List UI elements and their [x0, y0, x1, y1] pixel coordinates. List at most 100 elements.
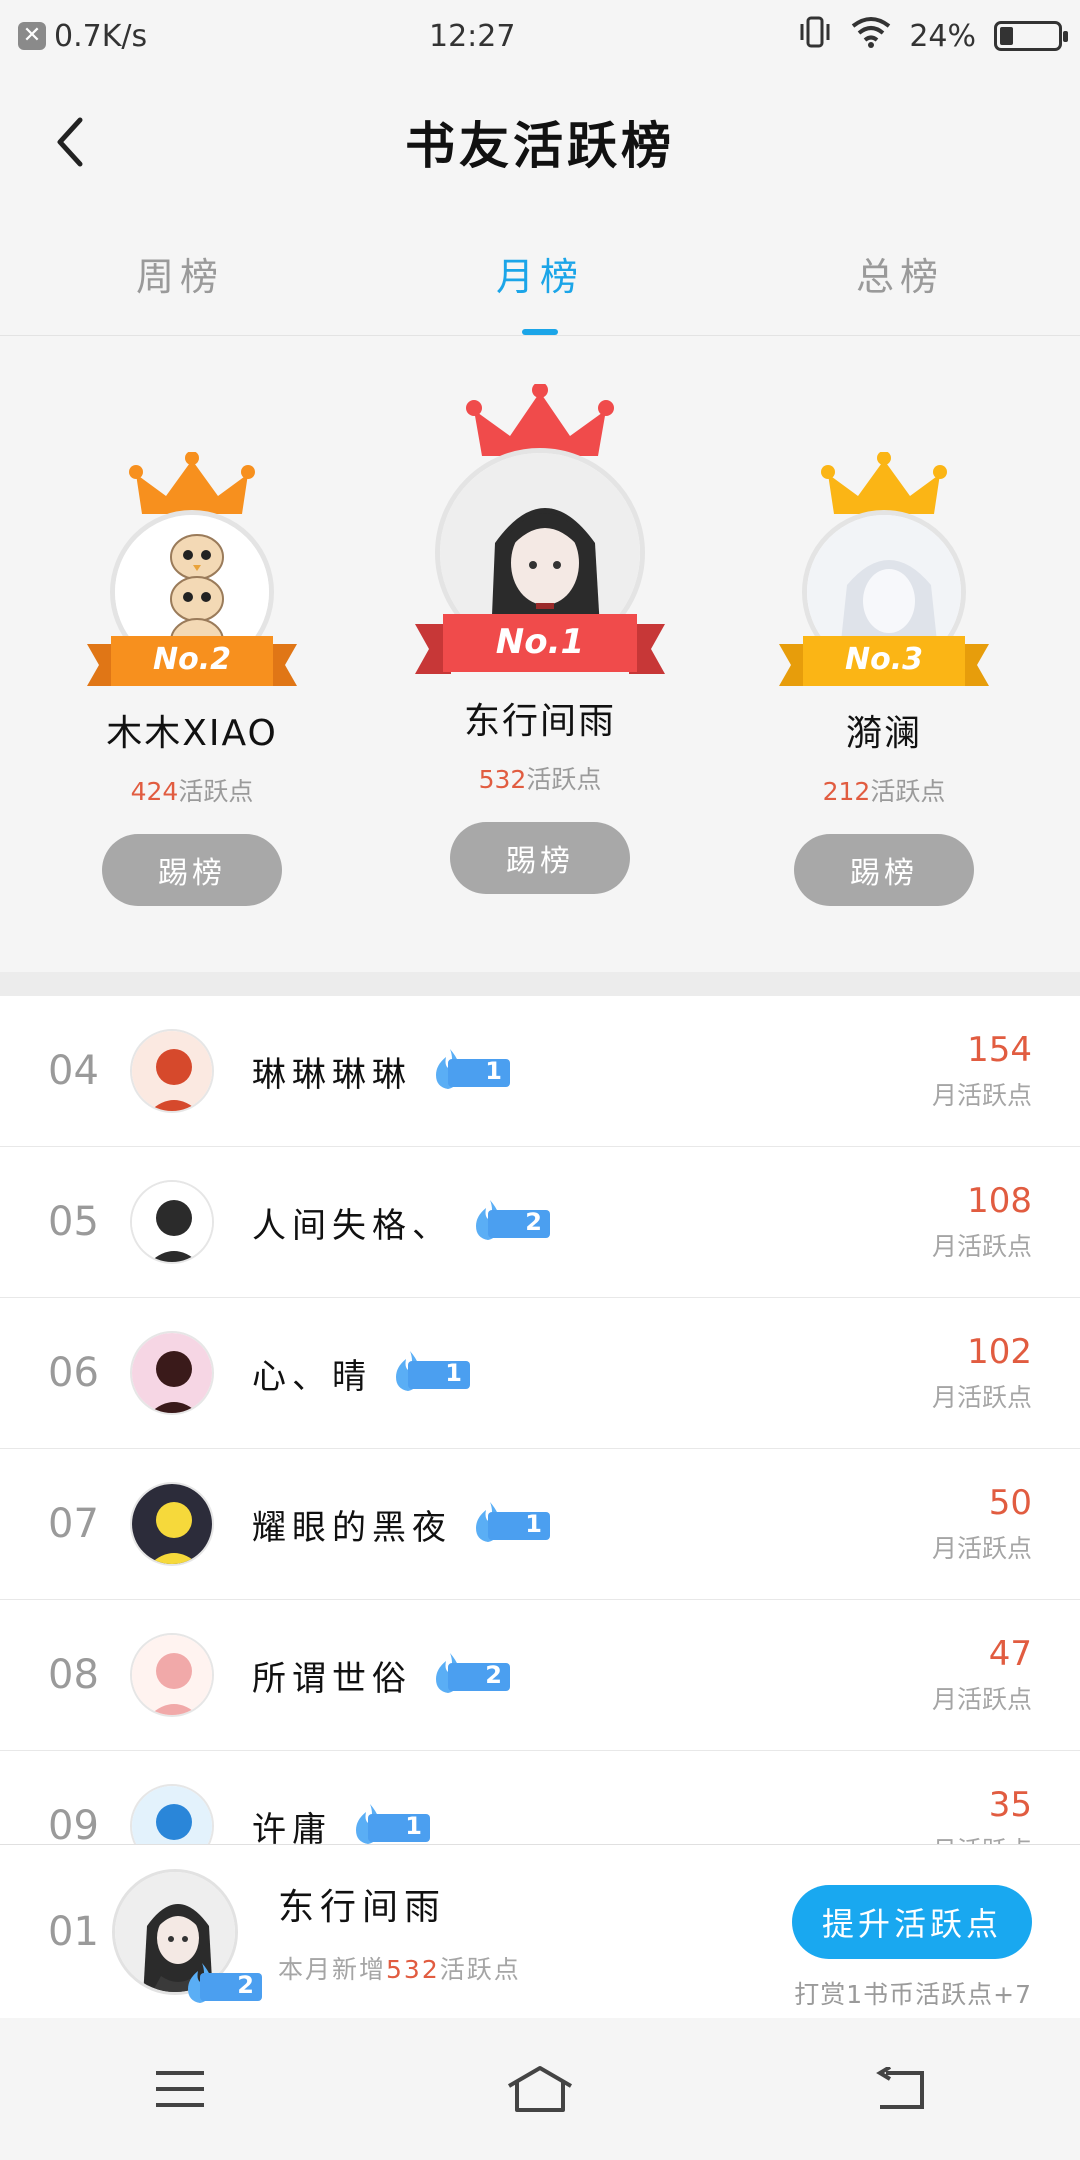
boost-activity-button[interactable]: 提升活跃点	[792, 1885, 1032, 1959]
user-name: 琳琳琳琳	[252, 1054, 412, 1095]
score-unit: 月活跃点	[931, 1081, 1032, 1110]
kick-button[interactable]: 踢榜	[794, 834, 974, 906]
score-value: 50	[988, 1483, 1032, 1523]
boost-note: 打赏1书币活跃点+7	[794, 1980, 1032, 2009]
rank-number: 09	[48, 1803, 99, 1844]
podium-points: 532活跃点	[479, 760, 602, 796]
header: 书友活跃榜	[0, 72, 1080, 212]
level-badge: 1	[392, 1351, 472, 1391]
kick-button[interactable]: 踢榜	[102, 834, 282, 906]
avatar[interactable]	[130, 1633, 214, 1717]
tab-bar: 周榜 月榜 总榜	[0, 212, 1080, 336]
user-name: 许庸	[252, 1809, 332, 1845]
score-value: 102	[967, 1332, 1032, 1372]
desc-prefix: 本月新增	[278, 1954, 387, 1984]
desc-value: 532	[386, 1954, 440, 1984]
level-badge: 2	[472, 1200, 552, 1240]
score-value: 108	[967, 1181, 1032, 1221]
tab-monthly[interactable]: 月榜	[360, 212, 720, 335]
page-title: 书友活跃榜	[405, 117, 675, 175]
rank-label: No.1	[495, 622, 585, 662]
podium-rank-3: No.3 漪澜 212活跃点 踢榜	[724, 452, 1044, 906]
wifi-icon	[851, 16, 891, 56]
points-unit: 活跃点	[870, 777, 946, 806]
podium-name: 东行间雨	[463, 701, 616, 742]
level-badge: 2	[184, 1963, 264, 2003]
level-value: 2	[525, 1208, 542, 1236]
notification-x-icon: ✕	[18, 22, 46, 50]
podium-name: 木木XIAO	[106, 713, 278, 754]
chevron-left-icon	[57, 117, 83, 167]
list-item[interactable]: 05 人间失格、 2 108 月活跃点	[0, 1147, 1080, 1298]
score-unit: 月活跃点	[931, 1383, 1032, 1412]
rank-label: No.2	[153, 642, 231, 677]
my-info: 东行间雨 本月新增532活跃点	[278, 1878, 521, 1986]
rank-number: 08	[48, 1652, 99, 1698]
back-button[interactable]	[40, 112, 100, 172]
tab-total[interactable]: 总榜	[720, 212, 1080, 335]
kick-button[interactable]: 踢榜	[450, 822, 630, 894]
score-block: 154 月活跃点	[932, 1030, 1032, 1112]
list-item[interactable]: 09 许庸 1 35 月活跃点	[0, 1751, 1080, 1844]
status-bar: ✕ 0.7K/s 12:27 24%	[0, 0, 1080, 72]
score-value: 47	[988, 1634, 1032, 1674]
menu-icon	[156, 2071, 204, 2107]
vibrate-icon	[797, 14, 833, 58]
avatar[interactable]	[130, 1180, 214, 1264]
rank-list[interactable]: 04 琳琳琳琳 1 154 月活跃点 05 人间失格、 2 108 月活跃点 06 心、晴 1 102 月活…	[0, 996, 1080, 1844]
list-item[interactable]: 06 心、晴 1 102 月活跃点	[0, 1298, 1080, 1449]
home-icon	[507, 2066, 573, 2112]
level-value: 1	[445, 1359, 462, 1387]
system-nav-bar	[0, 2018, 1080, 2160]
battery-percent: 24%	[909, 18, 976, 54]
status-time: 12:27	[428, 18, 516, 54]
points-value: 424	[130, 777, 179, 806]
score-block: 102 月活跃点	[932, 1332, 1032, 1414]
rank-number: 07	[48, 1501, 99, 1547]
rank-number: 06	[48, 1350, 99, 1396]
avatar[interactable]	[130, 1482, 214, 1566]
rank-ribbon: No.3	[779, 636, 989, 696]
level-badge: 1	[472, 1502, 552, 1542]
user-name: 人间失格、	[252, 1205, 452, 1246]
avatar[interactable]	[130, 1029, 214, 1113]
menu-button[interactable]	[130, 2049, 230, 2129]
score-block: 50 月活跃点	[932, 1483, 1032, 1565]
rank-label: No.3	[845, 642, 923, 677]
level-value: 1	[525, 1510, 542, 1538]
score-block: 35 月活跃点	[932, 1785, 1032, 1844]
rank-number: 04	[48, 1048, 99, 1094]
my-rank-number: 01	[48, 1908, 99, 1955]
my-name: 东行间雨	[278, 1886, 447, 1928]
avatar[interactable]	[130, 1331, 214, 1415]
status-right: 24%	[797, 14, 1068, 58]
list-item[interactable]: 04 琳琳琳琳 1 154 月活跃点	[0, 996, 1080, 1147]
back-icon	[876, 2067, 924, 2109]
back-nav-button[interactable]	[850, 2049, 950, 2129]
section-divider	[0, 972, 1080, 996]
status-left: ✕ 0.7K/s	[18, 19, 147, 54]
level-value: 2	[485, 1661, 502, 1689]
my-rank-bar: 01 2 东行间雨 本月新增532活跃点 提升活跃点 打赏1书币活跃点+7	[0, 1844, 1080, 2018]
podium-name: 漪澜	[845, 713, 922, 754]
score-value: 35	[988, 1785, 1032, 1825]
list-item[interactable]: 08 所谓世俗 2 47 月活跃点	[0, 1600, 1080, 1751]
avatar[interactable]	[130, 1784, 214, 1844]
desc-suffix: 活跃点	[439, 1954, 521, 1984]
score-unit: 月活跃点	[932, 1831, 1032, 1844]
rank-number: 05	[48, 1199, 99, 1245]
level-badge: 1	[432, 1049, 512, 1089]
tab-weekly[interactable]: 周榜	[0, 212, 360, 335]
home-button[interactable]	[490, 2049, 590, 2129]
podium-points: 424活跃点	[131, 772, 254, 808]
podium-rank-2: No.2 木木XIAO 424活跃点 踢榜	[32, 452, 352, 906]
points-value: 212	[822, 777, 871, 806]
level-value: 1	[485, 1057, 502, 1085]
network-speed: 0.7K/s	[54, 18, 148, 54]
points-value: 532	[478, 765, 527, 794]
rank-ribbon: No.2	[87, 636, 297, 696]
level-badge: 2	[432, 1653, 512, 1693]
user-name: 心、晴	[252, 1356, 372, 1397]
my-desc: 本月新增532活跃点	[278, 1950, 521, 1986]
list-item[interactable]: 07 耀眼的黑夜 1 50 月活跃点	[0, 1449, 1080, 1600]
